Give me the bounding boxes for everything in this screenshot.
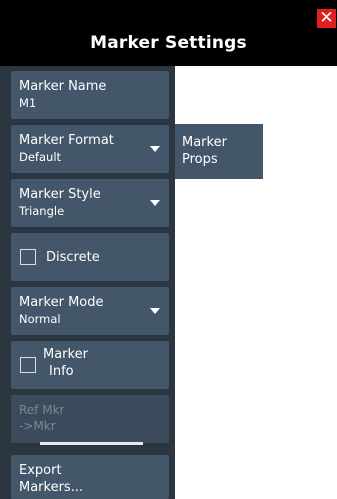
- marker-style-label: Marker Style: [19, 187, 101, 202]
- ref-mkr-line2: ->Mkr: [19, 419, 56, 433]
- marker-props-line2: Props: [182, 152, 218, 167]
- marker-style-dropdown[interactable]: Marker Style Triangle: [11, 179, 169, 227]
- marker-name-label: Marker Name: [19, 79, 107, 94]
- close-button[interactable]: ✕: [317, 9, 336, 28]
- marker-format-value: Default: [19, 150, 62, 164]
- export-markers-button[interactable]: Export Markers...: [11, 455, 169, 499]
- checkbox-icon: [20, 249, 36, 265]
- marker-props-tab[interactable]: Marker Props: [175, 124, 263, 179]
- marker-format-dropdown[interactable]: Marker Format Default: [11, 125, 169, 173]
- marker-props-line1: Marker: [182, 135, 227, 150]
- chevron-down-icon: [150, 146, 160, 152]
- chevron-down-icon: [150, 308, 160, 314]
- marker-info-checkbox-button[interactable]: Marker Info: [11, 341, 169, 389]
- checkbox-icon: [20, 357, 36, 373]
- export-markers-line1: Export: [19, 463, 62, 478]
- marker-settings-panel: Marker Name M1 Marker Format Default Mar…: [0, 66, 175, 499]
- marker-mode-value: Normal: [19, 312, 61, 326]
- marker-name-value: M1: [19, 96, 37, 110]
- ref-mkr-line1: Ref Mkr: [19, 403, 65, 417]
- dialog-title: Marker Settings: [90, 33, 247, 53]
- close-icon: ✕: [319, 8, 334, 28]
- marker-info-line2: Info: [49, 364, 74, 379]
- chevron-down-icon: [150, 200, 160, 206]
- marker-info-line1: Marker: [43, 347, 88, 362]
- marker-format-label: Marker Format: [19, 133, 114, 148]
- dialog-title-bar: Marker Settings ✕: [0, 0, 337, 66]
- marker-mode-dropdown[interactable]: Marker Mode Normal: [11, 287, 169, 335]
- discrete-label: Discrete: [46, 250, 100, 265]
- marker-name-button[interactable]: Marker Name M1: [11, 71, 169, 119]
- divider: [40, 442, 143, 445]
- marker-mode-label: Marker Mode: [19, 295, 104, 310]
- export-markers-line2: Markers...: [19, 480, 84, 495]
- discrete-checkbox-button[interactable]: Discrete: [11, 233, 169, 281]
- ref-mkr-to-mkr-button[interactable]: Ref Mkr ->Mkr: [11, 395, 169, 443]
- marker-style-value: Triangle: [19, 204, 65, 218]
